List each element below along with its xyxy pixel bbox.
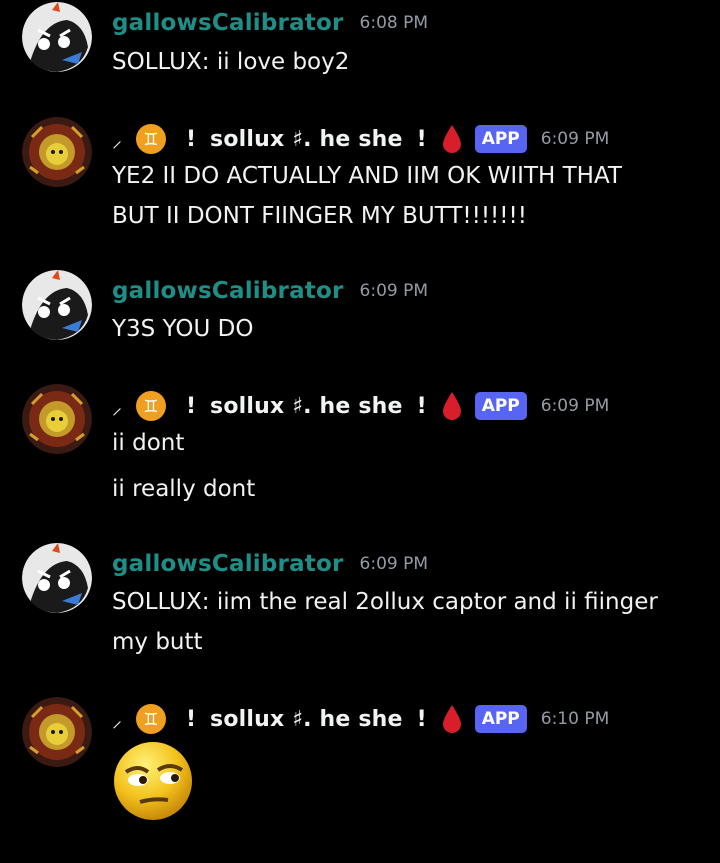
svg-text:♊: ♊ [143, 710, 158, 730]
app-badge: APP [474, 125, 527, 153]
bang-right: ! [416, 126, 427, 152]
message-text: BUT II DONT FIINGER MY BUTT!!!!!!! [112, 203, 527, 229]
message-text: Y3S YOU DO [112, 316, 254, 342]
avatar-gallows[interactable] [22, 270, 92, 340]
timestamp: 6:09 PM [540, 396, 610, 416]
message-header: gallowsCalibrator 6:09 PM [112, 275, 428, 307]
message-header: ⸝ ♊ ! sollux ♯. he she ! APP 6:09 PM [112, 123, 609, 155]
username[interactable]: gallowsCalibrator [112, 551, 344, 577]
avatar-sollux[interactable] [22, 697, 92, 767]
message-header: ⸝ ♊ ! sollux ♯. he she ! APP 6:09 PM [112, 390, 609, 422]
timestamp: 6:09 PM [359, 554, 429, 574]
bang-right: ! [416, 393, 427, 419]
gemini-icon: ♊ [136, 391, 166, 421]
bang-left: ! [186, 393, 197, 419]
username[interactable]: gallowsCalibrator [112, 278, 344, 304]
username[interactable]: sollux ♯. he she [210, 127, 403, 152]
timestamp: 6:09 PM [540, 129, 610, 149]
message-header: gallowsCalibrator 6:09 PM [112, 548, 428, 580]
timestamp: 6:09 PM [359, 281, 429, 301]
message-header: gallowsCalibrator 6:08 PM [112, 7, 428, 39]
app-badge: APP [474, 705, 527, 733]
username[interactable]: sollux ♯. he she [210, 707, 403, 732]
chat-log: gallowsCalibrator 6:08 PM SOLLUX: ii lov… [0, 0, 720, 863]
avatar-gallows[interactable] [22, 543, 92, 613]
bang-left: ! [186, 126, 197, 152]
avatar-sollux[interactable] [22, 384, 92, 454]
message-text: ii really dont [112, 476, 256, 502]
message-text: SOLLUX: ii love boy2 [112, 49, 350, 75]
message-text: YE2 II DO ACTUALLY AND IIM OK WIITH THAT [112, 163, 622, 189]
svg-text:♊: ♊ [143, 130, 158, 150]
avatar-sollux[interactable] [22, 117, 92, 187]
bang-right: ! [416, 706, 427, 732]
name-prefix: ⸝ [112, 707, 122, 732]
message-text: SOLLUX: iim the real 2ollux captor and i… [112, 589, 658, 615]
name-prefix: ⸝ [112, 394, 122, 419]
bang-left: ! [186, 706, 197, 732]
blood-drop-icon [441, 704, 463, 734]
message-text: ii dont [112, 430, 185, 456]
blood-drop-icon [441, 124, 463, 154]
svg-text:♊: ♊ [143, 397, 158, 417]
suspicious-face-emoji[interactable] [112, 740, 194, 822]
name-prefix: ⸝ [112, 127, 122, 152]
app-badge: APP [474, 392, 527, 420]
gemini-icon: ♊ [136, 124, 166, 154]
username[interactable]: sollux ♯. he she [210, 394, 403, 419]
gemini-icon: ♊ [136, 704, 166, 734]
avatar-gallows[interactable] [22, 2, 92, 72]
timestamp: 6:10 PM [540, 709, 610, 729]
message-header: ⸝ ♊ ! sollux ♯. he she ! APP 6:10 PM [112, 703, 609, 735]
blood-drop-icon [441, 391, 463, 421]
username[interactable]: gallowsCalibrator [112, 10, 344, 36]
message-text: my butt [112, 629, 203, 655]
timestamp: 6:08 PM [359, 13, 429, 33]
